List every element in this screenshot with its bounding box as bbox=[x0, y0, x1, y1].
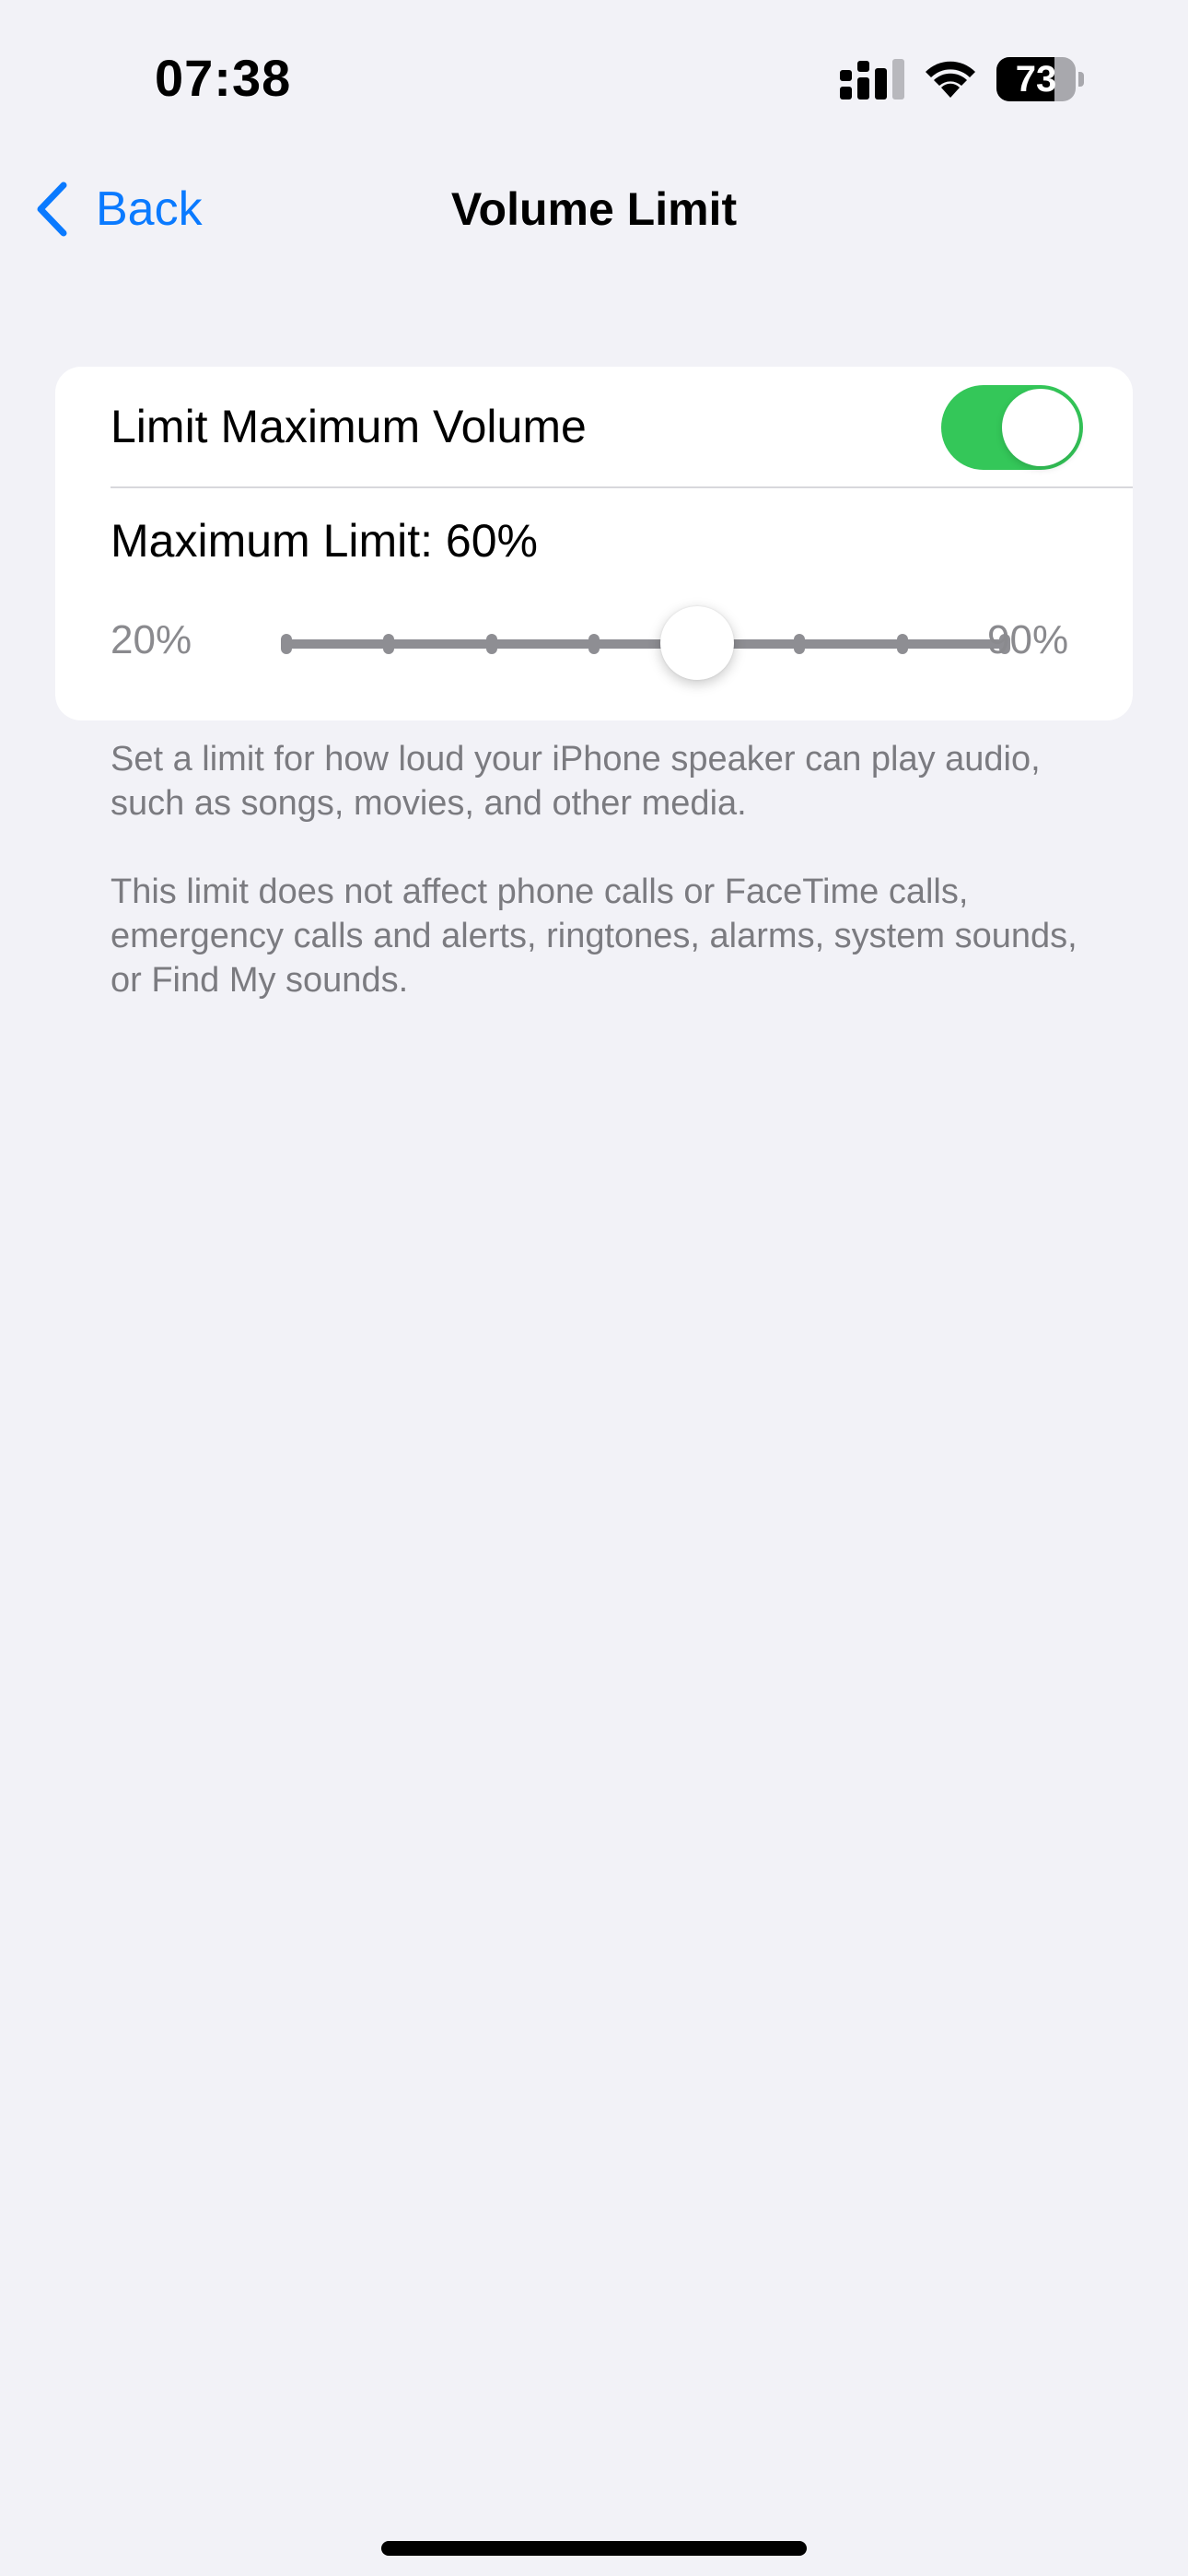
slider-tick bbox=[485, 634, 497, 654]
slider-tick bbox=[588, 634, 600, 654]
slider-tick bbox=[383, 634, 395, 654]
volume-limit-card: Limit Maximum Volume Maximum Limit: 60% … bbox=[55, 367, 1133, 720]
limit-maximum-volume-label: Limit Maximum Volume bbox=[111, 401, 587, 452]
footer-note-speaker: Set a limit for how loud your iPhone spe… bbox=[111, 740, 1041, 823]
status-bar: 07:38 73 bbox=[0, 0, 1188, 157]
back-label: Back bbox=[96, 182, 203, 236]
limit-maximum-volume-toggle[interactable] bbox=[941, 385, 1083, 470]
slider-thumb[interactable] bbox=[659, 606, 734, 680]
battery-icon: 73 bbox=[996, 57, 1085, 101]
slider-tick bbox=[896, 634, 908, 654]
home-indicator[interactable] bbox=[381, 2541, 807, 2556]
slider-max-label: 90% bbox=[987, 617, 1069, 662]
wifi-icon bbox=[926, 61, 975, 98]
maximum-limit-slider[interactable] bbox=[236, 606, 1019, 680]
footer-note-exceptions: This limit does not affect phone calls o… bbox=[111, 872, 1077, 1000]
maximum-limit-label: Maximum Limit: 60% bbox=[111, 515, 538, 567]
slider-min-label: 20% bbox=[111, 617, 192, 662]
battery-level: 73 bbox=[1015, 59, 1057, 100]
toggle-knob bbox=[1002, 389, 1079, 466]
back-button[interactable]: Back bbox=[33, 175, 203, 243]
limit-maximum-volume-row: Limit Maximum Volume bbox=[55, 367, 1133, 486]
status-time: 07:38 bbox=[155, 49, 292, 107]
row-separator bbox=[111, 486, 1133, 488]
chevron-left-icon bbox=[37, 181, 67, 237]
signal-icon bbox=[840, 59, 904, 100]
slider-tick bbox=[794, 634, 806, 654]
slider-tick bbox=[281, 634, 292, 654]
